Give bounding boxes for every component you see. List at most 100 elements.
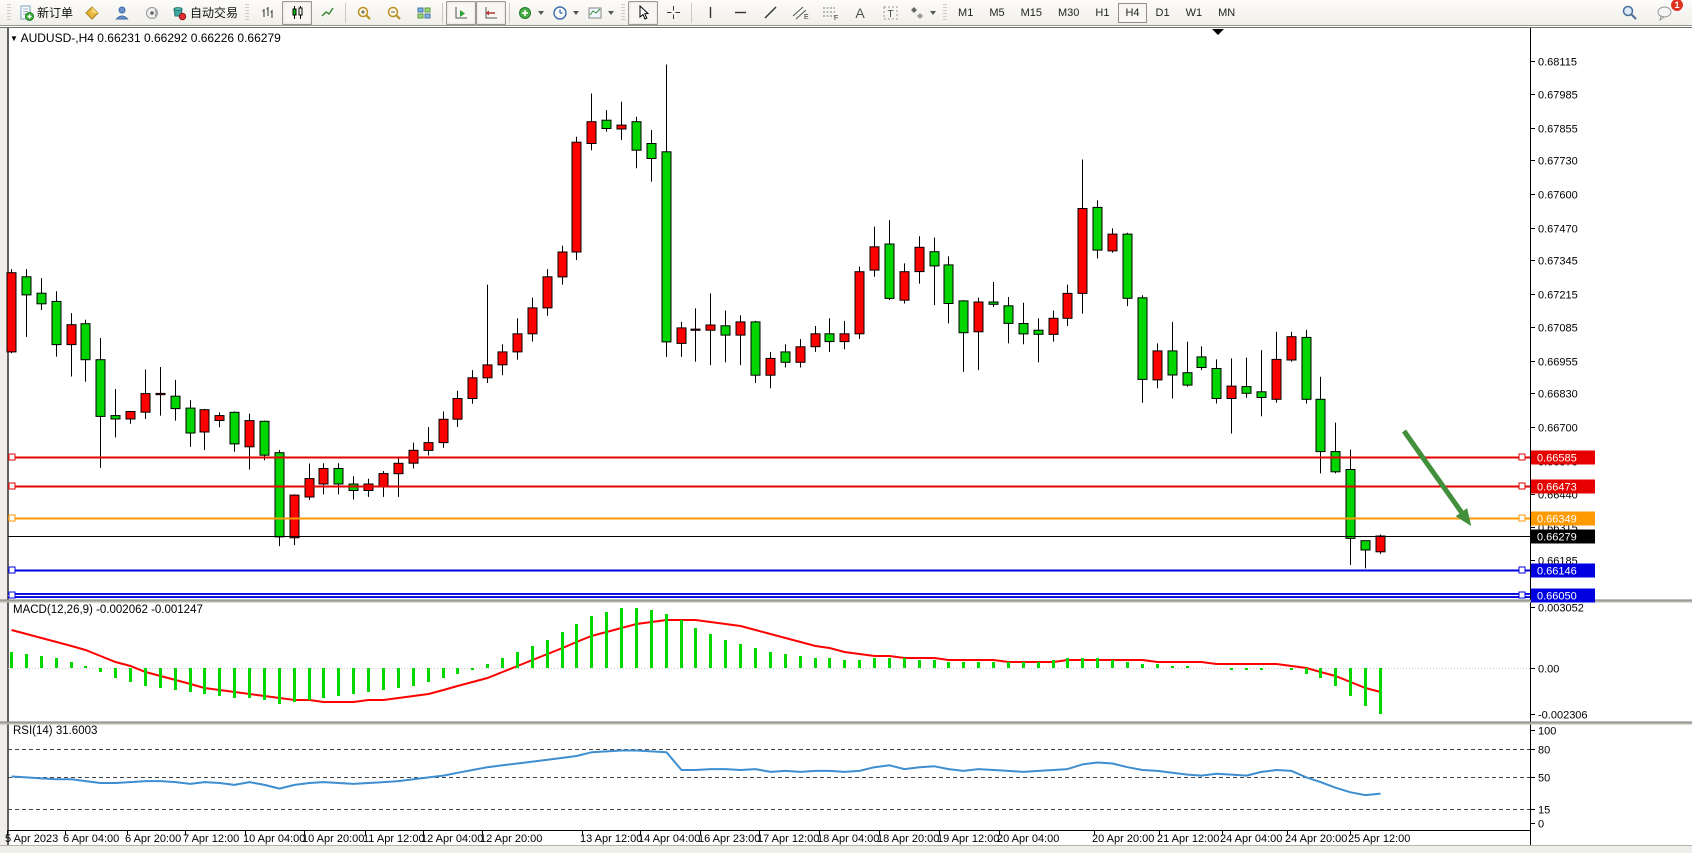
arrows-tool-button[interactable] <box>905 1 940 25</box>
zoom-in-button[interactable] <box>349 1 379 25</box>
auto-scroll-button[interactable] <box>446 1 476 25</box>
svg-text:12 Apr 20:00: 12 Apr 20:00 <box>480 833 542 845</box>
svg-text:0.66700: 0.66700 <box>1538 423 1578 435</box>
candle-bull <box>855 272 864 334</box>
svg-text:10 Apr 04:00: 10 Apr 04:00 <box>243 833 305 845</box>
candlestick-icon <box>290 5 305 20</box>
time-axis: 5 Apr 20236 Apr 04:006 Apr 20:007 Apr 12… <box>5 831 1410 846</box>
svg-text:7 Apr 12:00: 7 Apr 12:00 <box>183 833 239 845</box>
svg-text:24 Apr 04:00: 24 Apr 04:00 <box>1220 833 1282 845</box>
svg-text:24 Apr 20:00: 24 Apr 20:00 <box>1285 833 1347 845</box>
candle-bear <box>81 324 90 360</box>
chart-shift-button[interactable] <box>476 1 506 25</box>
zoom-out-button[interactable] <box>379 1 409 25</box>
candle-bull <box>1227 386 1236 398</box>
svg-text:15: 15 <box>1538 805 1550 817</box>
tile-windows-button[interactable] <box>409 1 439 25</box>
candle-bull <box>1078 209 1087 294</box>
crosshair-tool-button[interactable] <box>658 1 688 25</box>
chart-collapse-icon[interactable]: ▼ <box>10 34 18 43</box>
horizontal-line-tool-button[interactable] <box>725 1 755 25</box>
svg-text:25 Apr 12:00: 25 Apr 12:00 <box>1348 833 1410 845</box>
line-chart-button[interactable] <box>312 1 342 25</box>
profile-icon <box>114 5 130 21</box>
periods-button[interactable] <box>548 1 583 25</box>
chart-title: ▼ AUDUSD-,H4 0.66231 0.66292 0.66226 0.6… <box>10 31 281 45</box>
bar-chart-button[interactable] <box>252 1 282 25</box>
timeframe-mn-button[interactable]: MN <box>1211 3 1242 23</box>
svg-text:80: 80 <box>1538 745 1550 757</box>
svg-text:12 Apr 04:00: 12 Apr 04:00 <box>421 833 483 845</box>
candle-bear <box>989 302 998 304</box>
macd-indicator-label[interactable]: MACD(12,26,9) -0.002062 -0.001247 <box>13 604 203 616</box>
candle-bear <box>1257 392 1266 398</box>
rsi-indicator-label[interactable]: RSI(14) 31.6003 <box>13 725 97 737</box>
candle-bull <box>290 495 299 538</box>
chevron-down-icon <box>930 11 936 15</box>
candle-bull <box>1287 337 1296 360</box>
auto-scroll-icon <box>453 5 469 21</box>
svg-text:F: F <box>834 15 838 21</box>
candle-bear <box>930 252 939 266</box>
trendline-tool-button[interactable] <box>755 1 785 25</box>
timeframe-m1-button[interactable]: M1 <box>951 3 980 23</box>
vertical-line-tool-button[interactable] <box>695 1 725 25</box>
signals-button[interactable] <box>137 1 167 25</box>
candlestick-chart-button[interactable] <box>282 1 312 25</box>
toolbar-grip <box>7 4 11 22</box>
new-order-button[interactable]: 新订单 <box>14 1 77 25</box>
search-button[interactable] <box>1614 1 1644 25</box>
timeframe-w1-button[interactable]: W1 <box>1179 3 1210 23</box>
toolbar-grip <box>621 4 625 22</box>
indicators-button[interactable] <box>513 1 548 25</box>
candle-bear <box>647 144 656 159</box>
candle-bull <box>439 419 448 442</box>
line-handle <box>1519 454 1525 460</box>
text-label-tool-button[interactable]: T <box>875 1 905 25</box>
indicators-icon <box>517 5 533 21</box>
candle-bull <box>796 347 805 363</box>
candle-bear <box>22 277 31 295</box>
notifications-button[interactable]: 1 <box>1650 1 1680 25</box>
timeframe-h4-button[interactable]: H4 <box>1118 3 1146 23</box>
channel-tool-button[interactable]: E <box>785 1 815 25</box>
text-tool-button[interactable]: A <box>845 1 875 25</box>
candle-bull <box>766 358 775 375</box>
fibonacci-tool-button[interactable]: F <box>815 1 845 25</box>
timeframe-m15-button[interactable]: M15 <box>1014 3 1049 23</box>
auto-trading-button[interactable]: 自动交易 <box>167 1 242 25</box>
candle-bear <box>260 421 269 455</box>
candle-bear <box>1197 357 1206 368</box>
svg-text:0.67600: 0.67600 <box>1538 190 1578 202</box>
candle-bull <box>528 308 537 334</box>
new-order-icon <box>18 5 34 21</box>
svg-text:0.66585: 0.66585 <box>1537 453 1577 465</box>
candle-bear <box>959 301 968 333</box>
candle-bull <box>617 125 626 129</box>
timeframe-h1-button[interactable]: H1 <box>1088 3 1116 23</box>
svg-text:0: 0 <box>1538 819 1544 831</box>
new-chart-button[interactable] <box>77 1 107 25</box>
candle-bear <box>52 301 61 344</box>
candle-bull <box>468 378 477 399</box>
market-watch-button[interactable] <box>107 1 137 25</box>
candle-bull <box>1272 359 1281 399</box>
chart-canvas[interactable]: 0.681150.679850.678550.677300.676000.674… <box>0 0 1692 853</box>
timeframe-m30-button[interactable]: M30 <box>1051 3 1086 23</box>
cursor-tool-button[interactable] <box>628 1 658 25</box>
timeframe-m5-button[interactable]: M5 <box>982 3 1011 23</box>
zoom-in-icon <box>356 5 372 21</box>
candle-bear <box>37 293 46 304</box>
auto-trading-label: 自动交易 <box>190 4 238 21</box>
candle-bull <box>498 352 507 365</box>
templates-button[interactable] <box>583 1 618 25</box>
timeframe-d1-button[interactable]: D1 <box>1149 3 1177 23</box>
line-handle <box>9 483 15 489</box>
candle-bull <box>1153 351 1162 380</box>
chart-shift-icon <box>483 5 499 21</box>
svg-text:11 Apr 12:00: 11 Apr 12:00 <box>363 833 425 845</box>
candle-bear <box>1361 541 1370 550</box>
candle-bull <box>1376 536 1385 552</box>
candle-bear <box>171 396 180 408</box>
candle-bull <box>379 474 388 487</box>
